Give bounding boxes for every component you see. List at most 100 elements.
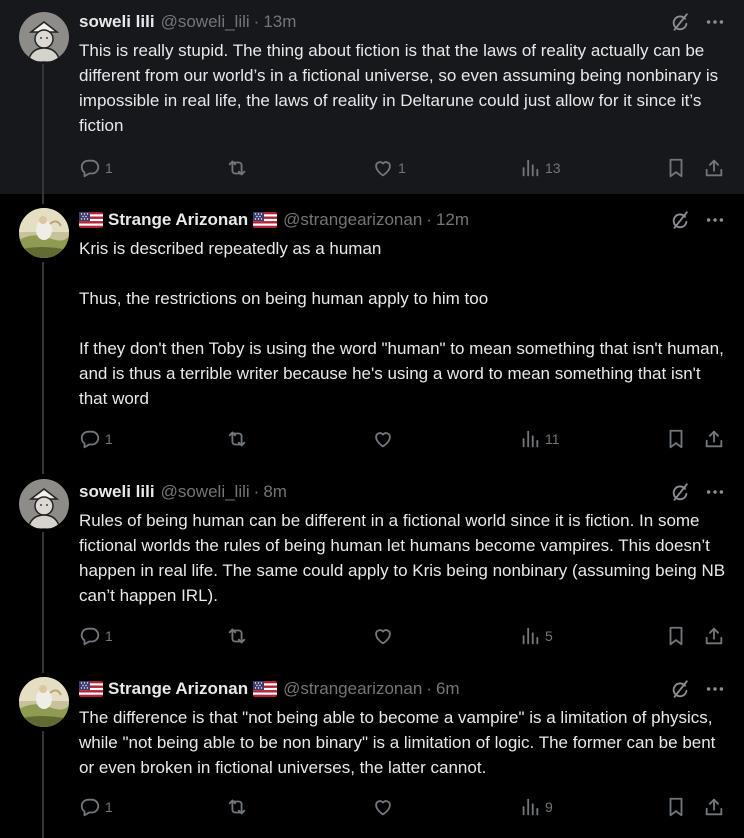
reply-icon [79,625,101,647]
repost-button[interactable] [226,427,252,451]
tweet-header: soweli lili @soweli_lili · 8m [79,481,287,503]
handle[interactable]: @soweli_lili [161,482,250,502]
like-button[interactable]: 1 [372,156,406,180]
views-button[interactable]: 5 [519,624,553,648]
reply-button[interactable]: 1 [79,795,113,819]
more-icon[interactable] [702,209,728,231]
reply-icon [79,796,101,818]
us-flag-icon [79,212,103,228]
views-icon [519,625,541,647]
heart-icon [372,796,394,818]
painting-avatar-icon[interactable] [19,208,69,258]
tweet-header: soweli lili @soweli_lili · 13m [79,11,296,33]
tweet[interactable]: Strange Arizonan @strangearizonan · 6m T… [0,667,744,838]
share-icon [703,796,725,818]
bookmark-icon [665,428,687,450]
share-button[interactable] [703,156,725,180]
timestamp[interactable]: 13m [263,12,296,32]
timestamp[interactable]: 6m [436,679,460,699]
repost-button[interactable] [226,624,252,648]
handle[interactable]: @strangearizonan [283,679,422,699]
views-button[interactable]: 11 [519,427,560,451]
views-button[interactable]: 9 [519,795,553,819]
share-button[interactable] [703,427,725,451]
reply-button[interactable]: 1 [79,624,113,648]
heart-icon [372,428,394,450]
view-count: 11 [545,431,560,447]
us-flag-icon [253,212,277,228]
bookmark-icon [665,796,687,818]
views-icon [519,428,541,450]
tweet[interactable]: Strange Arizonan @strangearizonan · 12m … [0,194,744,464]
sketch-avatar-icon[interactable] [19,479,69,529]
display-name[interactable]: soweli lili [79,12,155,32]
separator: · [426,679,432,698]
views-button[interactable]: 13 [519,156,561,180]
timestamp[interactable]: 8m [263,482,287,502]
like-button[interactable] [372,427,398,451]
handle[interactable]: @strangearizonan [283,210,422,230]
timestamp[interactable]: 12m [436,210,469,230]
thread-line [42,64,44,194]
like-button[interactable] [372,795,398,819]
share-icon [703,625,725,647]
reply-count: 1 [105,628,113,644]
bookmark-button[interactable] [665,795,687,819]
tweet-text: Rules of being human can be different in… [79,511,730,605]
thread-line [42,667,44,673]
grok-icon[interactable] [668,481,692,503]
more-icon[interactable] [702,481,728,503]
us-flag-icon [253,681,277,697]
grok-icon[interactable] [668,678,692,700]
tweet[interactable]: soweli lili @soweli_lili · 13m This is r… [0,0,744,194]
bookmark-button[interactable] [665,156,687,180]
repost-icon [226,796,248,818]
thread-line [42,532,44,667]
grok-icon[interactable] [668,209,692,231]
repost-button[interactable] [226,795,252,819]
share-button[interactable] [703,624,725,648]
action-bar: 1 1 13 [79,156,729,180]
reply-icon [79,157,101,179]
thread-line [42,731,44,838]
painting-avatar-icon[interactable] [19,677,69,727]
separator: · [253,482,260,501]
bookmark-button[interactable] [665,427,687,451]
action-bar: 1 9 [79,795,729,819]
reply-button[interactable]: 1 [79,427,113,451]
repost-button[interactable] [226,156,252,180]
views-icon [519,796,541,818]
handle[interactable]: @soweli_lili [161,12,250,32]
bookmark-button[interactable] [665,624,687,648]
display-name[interactable]: soweli lili [79,482,155,502]
bookmark-icon [665,157,687,179]
thread-line [42,464,44,474]
separator: · [253,12,260,31]
grok-icon[interactable] [668,11,692,33]
bookmark-icon [665,625,687,647]
like-button[interactable] [372,624,398,648]
view-count: 5 [545,628,553,644]
reply-icon [79,428,101,450]
tweet[interactable]: soweli lili @soweli_lili · 8m Rules of b… [0,464,744,667]
view-count: 9 [545,799,553,815]
more-icon[interactable] [702,678,728,700]
view-count: 13 [545,160,561,176]
repost-icon [226,428,248,450]
reply-button[interactable]: 1 [79,156,113,180]
sketch-avatar-icon[interactable] [19,12,69,62]
us-flag-icon [79,681,103,697]
more-icon[interactable] [702,11,728,33]
share-icon [703,157,725,179]
heart-icon [372,157,394,179]
display-name[interactable]: Strange Arizonan [108,210,248,230]
tweet-text: The difference is that "not being able t… [79,708,721,777]
thread-line [42,262,44,464]
reply-count: 1 [105,431,113,447]
reply-count: 1 [105,799,113,815]
share-icon [703,428,725,450]
thread-line [42,194,44,204]
display-name[interactable]: Strange Arizonan [108,679,248,699]
share-button[interactable] [703,795,725,819]
tweet-text: Kris is described repeatedly as a human … [79,239,724,408]
